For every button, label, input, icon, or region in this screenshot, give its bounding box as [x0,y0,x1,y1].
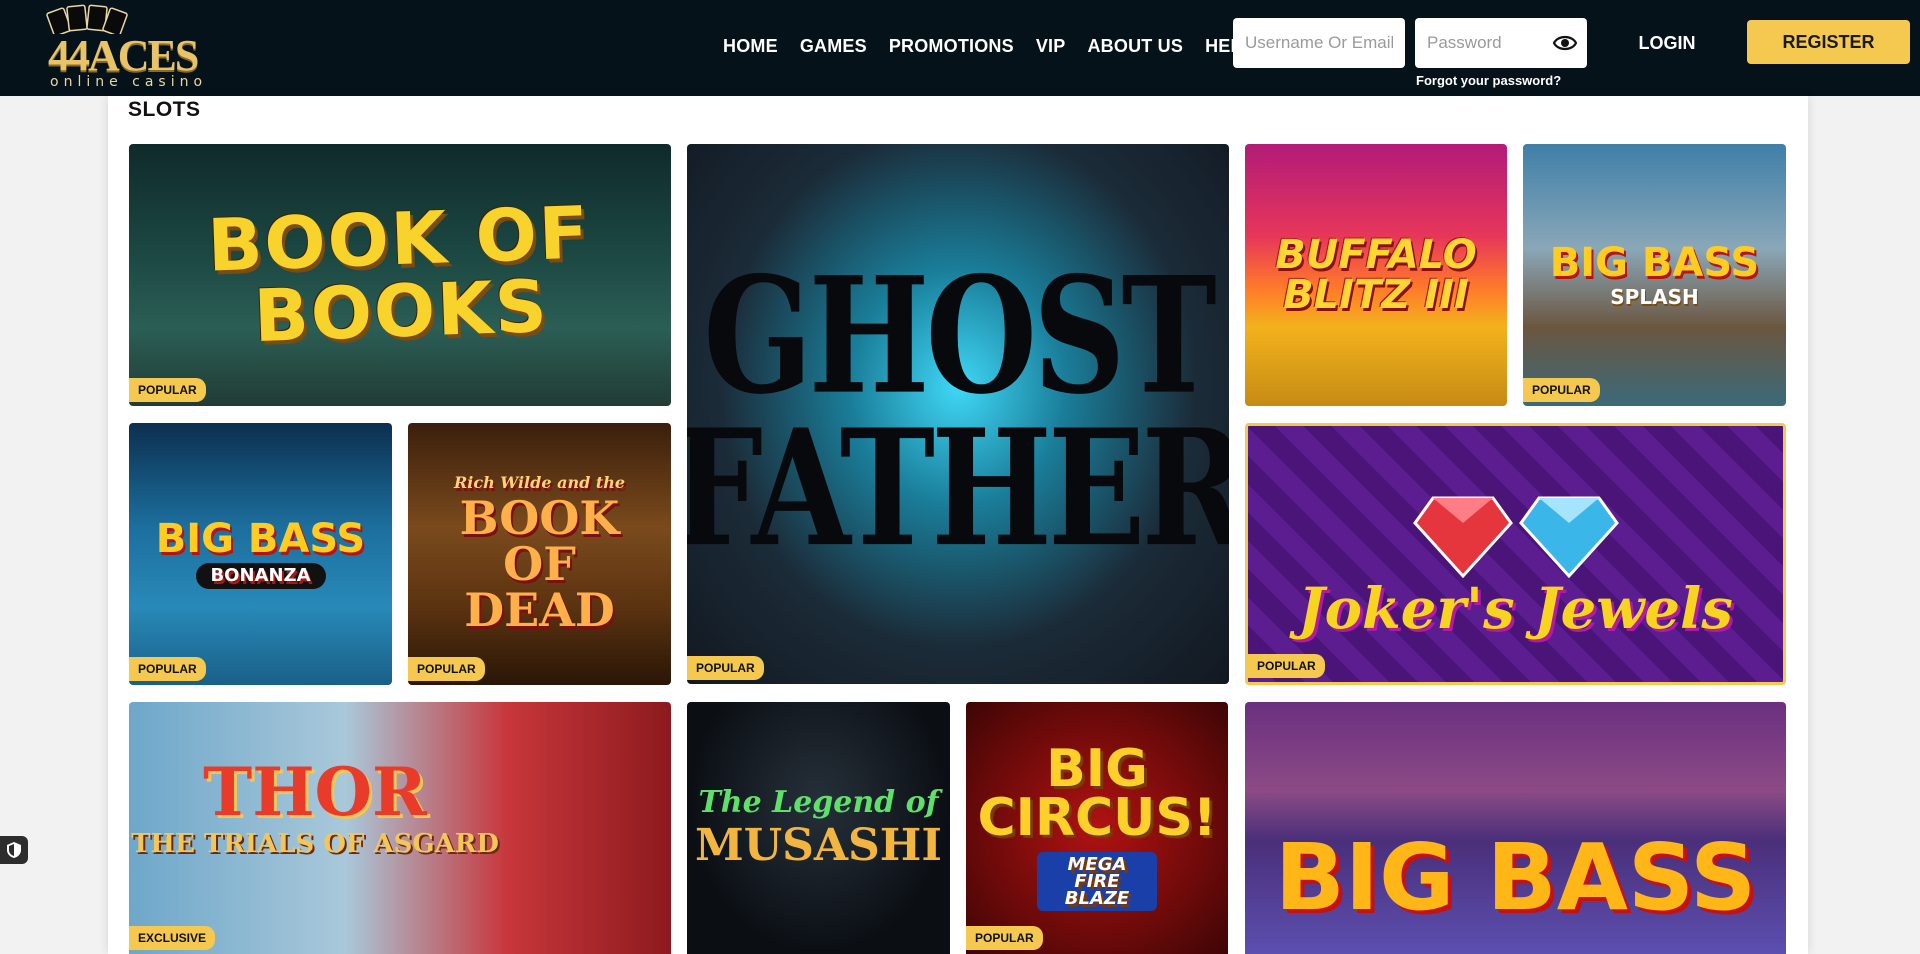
game-tile-jokers-jewels[interactable]: Joker's Jewels POPULAR [1245,423,1786,685]
nav-promotions[interactable]: PROMOTIONS [889,36,1014,57]
game-title-line: DEAD [464,583,615,637]
popular-badge: POPULAR [1248,654,1325,678]
game-tile-book-of-dead[interactable]: Rich Wilde and the BOOK OF DEAD POPULAR [408,423,671,685]
game-title: BIG CIRCUS! MEGA FIRE BLAZE [977,743,1217,912]
casino-logo[interactable]: 44ACES online casino [38,4,222,90]
username-field-wrapper [1233,18,1405,68]
popular-badge: POPULAR [966,926,1043,950]
game-subtitle: MUSASHI [695,820,942,871]
popular-badge: POPULAR [129,657,206,681]
game-title-line: CIRCUS! [977,788,1217,849]
red-diamond-icon [1412,496,1513,578]
game-tile-big-bass-bonanza[interactable]: BIG BASS BONANZA POPULAR [129,423,392,685]
popular-badge: POPULAR [1523,378,1600,402]
main-nav: HOME GAMES PROMOTIONS VIP ABOUT US HELP [723,36,1254,57]
game-title-line: BLITZ III [1283,272,1469,318]
login-button[interactable]: LOGIN [1607,18,1727,68]
game-title: THOR THE TRIALS OF ASGARD [131,759,499,857]
game-tile-big-bass-splash[interactable]: BIG BASS SPLASH POPULAR [1523,144,1786,406]
game-subtitle: BONANZA [195,563,326,589]
game-tile-thor[interactable]: THOR THE TRIALS OF ASGARD EXCLUSIVE [129,702,671,954]
game-title-line: FATHER [687,395,1229,583]
game-title: The Legend of MUSASHI [695,788,942,868]
game-subtitle: THE TRIALS OF ASGARD [131,829,499,859]
game-title: BOOK OF BOOKS [206,190,592,359]
game-pretitle: Rich Wilde and the [453,473,626,492]
shield-icon [7,842,21,858]
game-tile-ghost-father[interactable]: GHOST FATHER POPULAR [687,144,1229,684]
game-title: GHOST FATHER [687,257,1229,569]
game-subtitle: SPLASH [1610,285,1699,309]
game-title: BIG BASS BONANZA [156,519,365,589]
site-header: 44ACES online casino HOME GAMES PROMOTIO… [0,0,1920,96]
nav-games[interactable]: GAMES [800,36,867,57]
game-tile-legend-of-musashi[interactable]: The Legend of MUSASHI [687,702,950,954]
game-title: BIG BASS [1274,824,1757,931]
exclusive-badge: EXCLUSIVE [129,926,216,950]
game-tile-big-circus[interactable]: BIG CIRCUS! MEGA FIRE BLAZE POPULAR [966,702,1228,954]
game-title-main: BIG BASS [1549,240,1760,286]
game-title-main: The Legend of [698,785,939,820]
game-tile-book-of-books[interactable]: BOOK OF BOOKS POPULAR [129,144,671,406]
nav-vip[interactable]: VIP [1036,36,1066,57]
game-title-main: THOR [203,753,427,831]
game-title: BUFFALO BLITZ III [1275,235,1476,315]
password-field-wrapper [1415,18,1587,68]
game-title: Rich Wilde and the BOOK OF DEAD [453,473,626,634]
username-input[interactable] [1233,18,1405,68]
game-tile-big-bass-vegas[interactable]: BIG BASS [1245,702,1786,954]
nav-home[interactable]: HOME [723,36,778,57]
game-subtitle: MEGA FIRE BLAZE [1036,851,1157,912]
nav-about-us[interactable]: ABOUT US [1087,36,1183,57]
game-tile-buffalo-blitz[interactable]: BUFFALO BLITZ III [1245,144,1507,406]
gems-graphic [1412,488,1619,578]
register-button[interactable]: REGISTER [1747,20,1910,64]
game-title-main: BIG BASS [155,516,366,562]
popular-badge: POPULAR [408,657,485,681]
section-title: SLOTS [128,98,201,121]
show-password-eye-icon[interactable] [1553,32,1577,54]
blue-diamond-icon [1518,496,1619,578]
logo-tagline: online casino [50,74,208,90]
forgot-password-link[interactable]: Forgot your password? [1416,73,1561,88]
popular-badge: POPULAR [687,656,764,680]
popular-badge: POPULAR [129,378,206,402]
privacy-shield-button[interactable] [0,836,28,864]
game-title: BIG BASS SPLASH [1550,243,1759,307]
game-title: Joker's Jewels [1298,576,1733,642]
